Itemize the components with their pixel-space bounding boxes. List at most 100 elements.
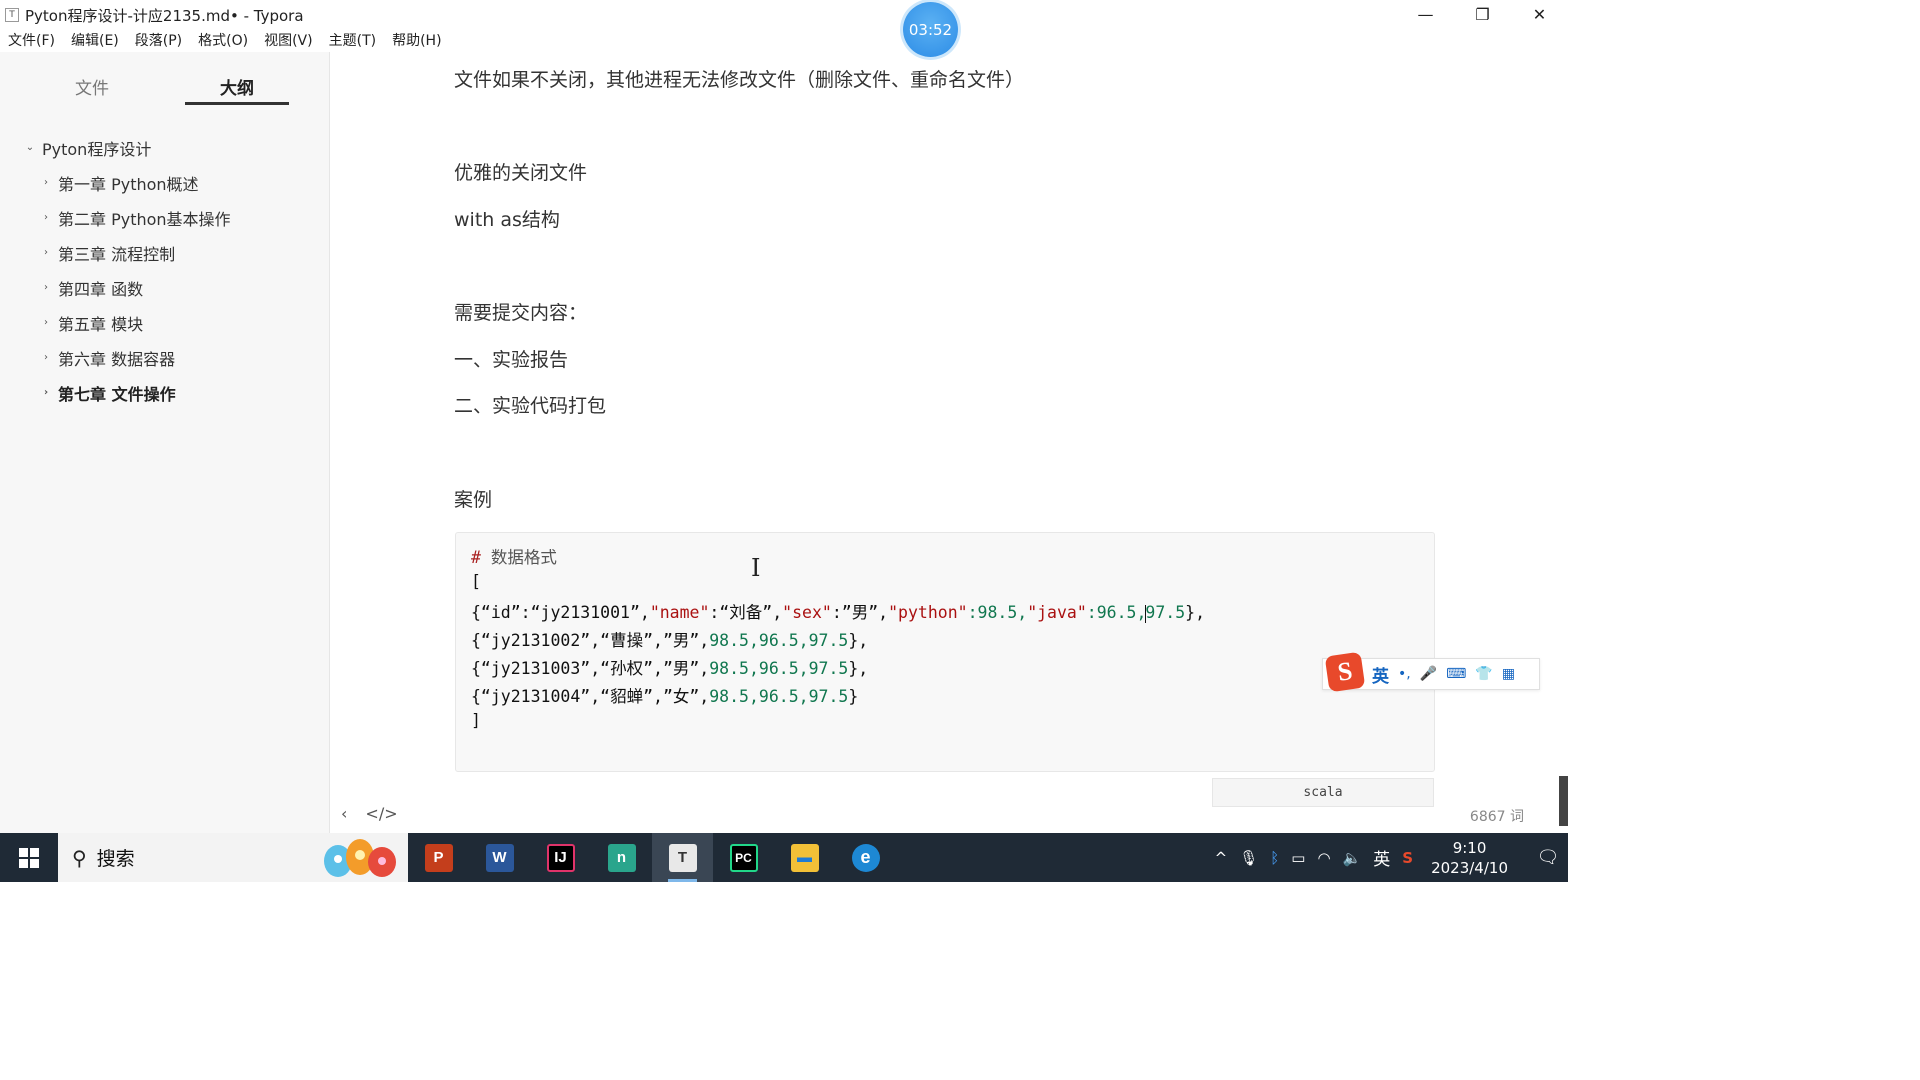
windows-logo-icon [19, 847, 39, 868]
outline-root[interactable]: ⌄ Pyton程序设计 [0, 130, 330, 165]
menu-edit[interactable]: 编辑(E) [63, 30, 127, 52]
minimize-button[interactable]: — [1397, 0, 1454, 28]
edge-icon: e [851, 843, 880, 872]
code-language-input[interactable]: scala [1212, 778, 1434, 807]
window-controls: — ❐ ✕ [1397, 0, 1568, 28]
taskbar-app-powerpoint[interactable]: P [408, 833, 469, 882]
ime-toolbar[interactable]: S 英 •, 🎤 ⌨ 👕 ▦ [1322, 651, 1540, 693]
paragraph[interactable]: with as结构 [454, 205, 560, 232]
folder-icon: ▬ [790, 843, 819, 872]
ibeam-cursor-icon: I [751, 554, 761, 582]
notepad-icon: n [607, 843, 636, 872]
menu-format[interactable]: 格式(O) [190, 30, 256, 52]
outline-root-label: Pyton程序设计 [42, 139, 152, 159]
close-button[interactable]: ✕ [1511, 0, 1568, 28]
paragraph[interactable]: 优雅的关闭文件 [454, 158, 587, 185]
paragraph[interactable]: 需要提交内容： [454, 298, 587, 325]
volume-icon[interactable]: 🔈 [1343, 849, 1362, 867]
tab-files[interactable]: 文件 [75, 74, 109, 99]
taskbar-search[interactable]: ⚲ 搜索 [58, 833, 408, 882]
search-placeholder: 搜索 [96, 848, 135, 870]
sogou-logo-icon[interactable]: S [1324, 651, 1366, 693]
menu-view[interactable]: 视图(V) [256, 30, 321, 52]
ime-mode-toggle[interactable]: 英 [1372, 662, 1389, 687]
code-line: {“jy2131002”,“曹操”,”男”,98.5,96.5,97.5}, [471, 627, 868, 651]
menu-file[interactable]: 文件(F) [0, 30, 63, 52]
code-line: {“jy2131003”,“孙权”,”男”,98.5,96.5,97.5}, [471, 655, 868, 679]
sogou-tray-icon[interactable]: S [1402, 849, 1413, 867]
restore-button[interactable]: ❐ [1454, 0, 1511, 28]
chevron-right-icon[interactable]: › [40, 247, 52, 259]
wifi-icon[interactable]: ◠ [1317, 849, 1330, 867]
chevron-right-icon[interactable]: › [40, 282, 52, 294]
code-line: # 数据格式 [471, 544, 557, 568]
taskbar-app-pycharm[interactable]: PC [713, 833, 774, 882]
code-token: :96.5, [1086, 603, 1147, 622]
microphone-icon[interactable]: 🎤 [1420, 666, 1437, 682]
paragraph[interactable]: 一、实验报告 [454, 345, 568, 372]
toolbox-icon[interactable]: ▦ [1502, 666, 1515, 682]
chevron-right-icon[interactable]: › [40, 352, 52, 364]
chevron-right-icon[interactable]: › [40, 387, 52, 399]
skin-icon[interactable]: 👕 [1475, 666, 1492, 682]
bluetooth-icon[interactable]: ᛒ [1270, 849, 1279, 867]
microphone-icon[interactable]: 🎙 [1239, 849, 1258, 867]
taskbar-app-typora[interactable]: T [652, 833, 713, 882]
recording-timer[interactable]: 03:52 [903, 2, 958, 57]
menu-theme[interactable]: 主题(T) [321, 30, 384, 52]
code-token: }, [848, 659, 869, 678]
taskbar-app-explorer[interactable]: ▬ [774, 833, 835, 882]
code-token: 98.5,96.5,97.5 [709, 687, 849, 706]
code-token: }, [848, 631, 869, 650]
search-icon: ⚲ [72, 845, 87, 870]
outline-item-ch3[interactable]: › 第三章 流程控制 [0, 235, 330, 270]
taskbar-app-edge[interactable]: e [835, 833, 896, 882]
powerpoint-icon: P [424, 843, 453, 872]
tab-outline[interactable]: 大纲 [220, 74, 254, 99]
paragraph[interactable]: 文件如果不关闭，其他进程无法修改文件（删除文件、重命名文件） [454, 65, 1024, 92]
code-token: 98.5,96.5,97.5 [709, 659, 849, 678]
outline-item-ch1[interactable]: › 第一章 Python概述 [0, 165, 330, 200]
chevron-right-icon[interactable]: › [40, 212, 52, 224]
active-tab-indicator [185, 102, 289, 105]
chevron-left-icon[interactable]: ‹ [341, 804, 347, 823]
window-title: Pyton程序设计-计应2135.md• - Typora [25, 6, 304, 25]
outline-item-ch2[interactable]: › 第二章 Python基本操作 [0, 200, 330, 235]
chevron-up-icon[interactable]: ^ [1215, 849, 1228, 867]
code-comment-text: 数据格式 [480, 548, 557, 567]
taskbar-app-notepad[interactable]: n [591, 833, 652, 882]
start-button[interactable] [0, 833, 58, 882]
clock-time: 9:10 [1452, 838, 1487, 857]
punctuation-icon[interactable]: •, [1398, 666, 1411, 682]
menu-help[interactable]: 帮助(H) [384, 30, 449, 52]
menu-paragraph[interactable]: 段落(P) [127, 30, 190, 52]
notification-center-icon[interactable]: 🗨 [1528, 833, 1568, 882]
taskbar-clock[interactable]: 9:10 2023/4/10 [1431, 838, 1508, 878]
outline-item-label: 第二章 Python基本操作 [58, 209, 231, 229]
taskbar-app-intellij[interactable]: IJ [530, 833, 591, 882]
battery-icon[interactable]: ▭ [1291, 849, 1305, 867]
outline-item-ch5[interactable]: › 第五章 模块 [0, 305, 330, 340]
editor-area[interactable]: 文件如果不关闭，其他进程无法修改文件（删除文件、重命名文件） 优雅的关闭文件 w… [331, 52, 1568, 833]
code-block[interactable]: # 数据格式 [ {“id”:“jy2131001”,"name":“刘备”,"… [455, 532, 1435, 772]
chevron-down-icon[interactable]: ⌄ [24, 142, 36, 154]
word-count[interactable]: 6867 词 [1470, 806, 1524, 826]
chevron-right-icon[interactable]: › [40, 177, 52, 189]
outline-item-ch6[interactable]: › 第六章 数据容器 [0, 340, 330, 375]
code-token: }, [1185, 603, 1206, 622]
title-bar: T Pyton程序设计-计应2135.md• - Typora — ❐ ✕ [0, 0, 1568, 30]
scrollbar-thumb[interactable] [1559, 776, 1568, 826]
keyboard-icon[interactable]: ⌨ [1446, 666, 1466, 682]
source-code-icon[interactable]: </> [365, 804, 397, 823]
code-line: [ [471, 572, 481, 591]
outline-item-ch7[interactable]: › 第七章 文件操作 [0, 375, 330, 410]
outline-item-label: 第六章 数据容器 [58, 349, 176, 369]
clock-date: 2023/4/10 [1431, 858, 1508, 877]
taskbar-app-word[interactable]: W [469, 833, 530, 882]
paragraph[interactable]: 二、实验代码打包 [454, 391, 606, 418]
chevron-right-icon[interactable]: › [40, 317, 52, 329]
paragraph[interactable]: 案例 [454, 485, 492, 512]
code-token: {“jy2131004”,“貂蝉”,”女”, [471, 687, 710, 706]
outline-item-ch4[interactable]: › 第四章 函数 [0, 270, 330, 305]
ime-language-indicator[interactable]: 英 [1373, 845, 1390, 870]
